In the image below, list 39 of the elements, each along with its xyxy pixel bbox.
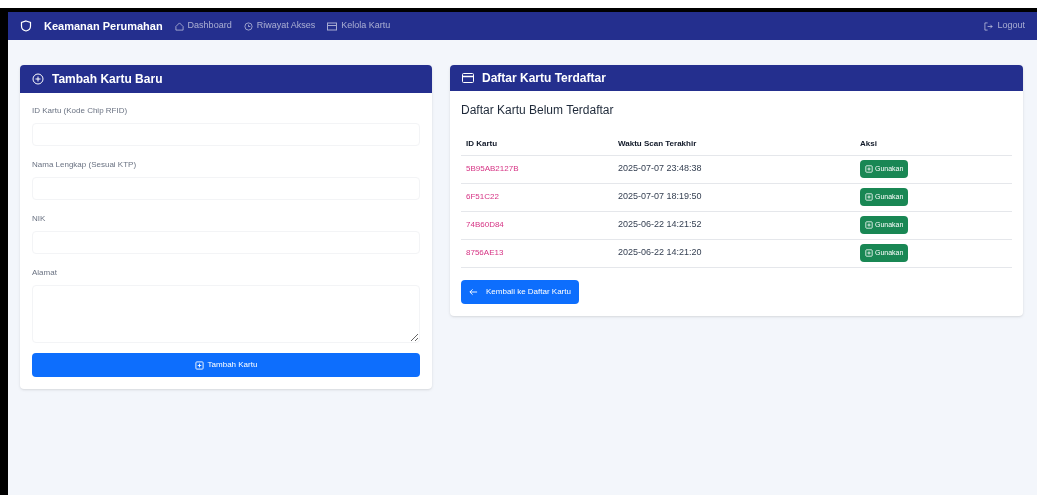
card-title: Daftar Kartu Terdaftar bbox=[482, 70, 606, 87]
nav-link[interactable]: Kelola Kartu bbox=[327, 19, 391, 33]
shield-icon bbox=[20, 20, 32, 32]
logout-icon bbox=[984, 21, 994, 31]
plus-square-icon bbox=[865, 249, 873, 257]
table-cell: 74B60D84 bbox=[461, 211, 613, 239]
table-cell: 8756AE13 bbox=[461, 239, 613, 267]
nav-link[interactable]: Dashboard bbox=[174, 19, 232, 33]
field-label: ID Kartu (Kode Chip RFID) bbox=[32, 105, 129, 117]
card-icon bbox=[462, 73, 474, 83]
table-cell: 6F51C22 bbox=[461, 183, 613, 211]
table-cell: 5B95AB2127B bbox=[461, 155, 613, 183]
plus-circle-icon bbox=[32, 73, 44, 85]
field-label: NIK bbox=[32, 213, 47, 225]
field-label: Alamat bbox=[32, 267, 58, 279]
plus-square-icon bbox=[194, 360, 204, 370]
table-cell: 2025-07-07 18:19:50 bbox=[613, 183, 855, 211]
column-header: Waktu Scan Terakhir bbox=[613, 133, 855, 155]
back-button[interactable]: Kembali ke Daftar Kartu bbox=[461, 279, 579, 304]
brand-name[interactable]: Keamanan Perumahan bbox=[44, 17, 163, 35]
logout-link[interactable]: Logout bbox=[984, 19, 1025, 33]
plus-square-icon bbox=[865, 221, 873, 229]
table-cell: 2025-06-22 14:21:52 bbox=[613, 211, 855, 239]
column-header: ID Kartu bbox=[461, 133, 613, 155]
add-card-button[interactable]: Tambah Kartu bbox=[32, 353, 420, 377]
table-cell: 2025-07-07 23:48:38 bbox=[613, 155, 855, 183]
address-field[interactable] bbox=[32, 285, 420, 343]
card-title: Tambah Kartu Baru bbox=[52, 71, 163, 88]
card-icon bbox=[327, 21, 338, 31]
nav-link[interactable]: Riwayat Akses bbox=[243, 19, 316, 33]
clock-icon bbox=[243, 21, 253, 31]
column-header: Aksi bbox=[855, 133, 1012, 155]
section-title: Daftar Kartu Belum Terdaftar bbox=[461, 102, 615, 119]
plus-square-icon bbox=[865, 165, 873, 173]
field-label: Nama Lengkap (Sesuai KTP) bbox=[32, 159, 138, 171]
arrow-left-icon bbox=[469, 287, 478, 296]
home-icon bbox=[174, 21, 184, 31]
plus-square-icon bbox=[865, 193, 873, 201]
table-cell: 2025-06-22 14:21:20 bbox=[613, 239, 855, 267]
